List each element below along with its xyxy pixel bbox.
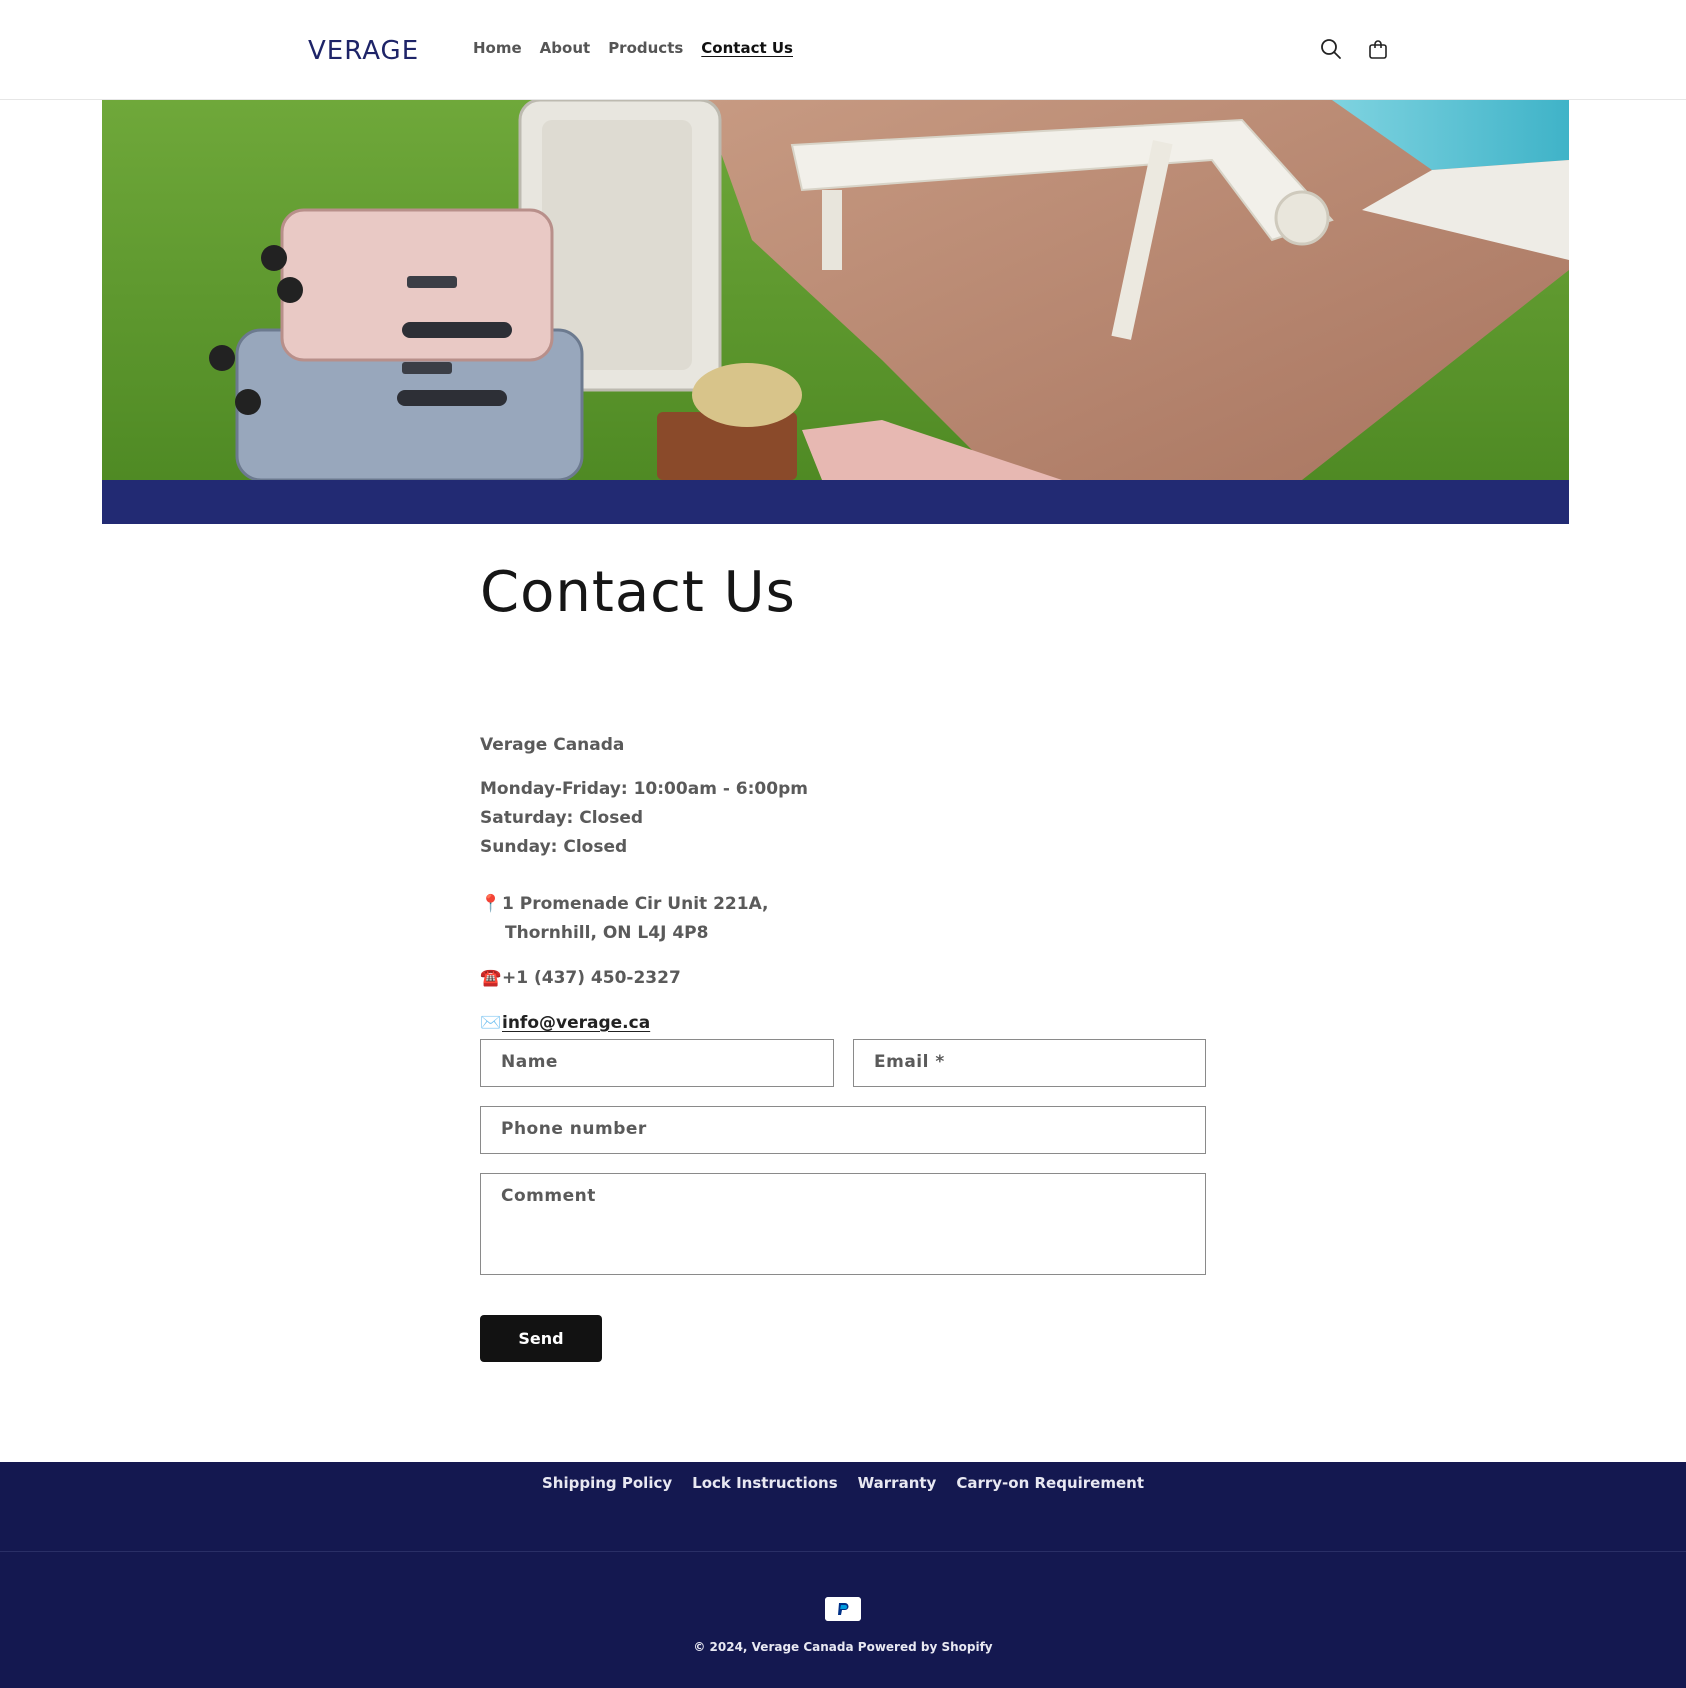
contact-section: Contact Us Verage Canada Monday-Friday: … xyxy=(480,560,1206,1362)
hours-weekdays: Monday-Friday: 10:00am - 6:00pm xyxy=(480,779,808,799)
hours-saturday: Saturday: Closed xyxy=(480,808,644,828)
site-logo[interactable]: VERAGE xyxy=(308,36,419,66)
name-placeholder: Name xyxy=(501,1052,558,1072)
phone-line: ☎️+1 (437) 450-2327 xyxy=(480,968,681,988)
site-header: VERAGE Home About Products Contact Us xyxy=(0,0,1686,100)
site-footer: Shipping Policy Lock Instructions Warran… xyxy=(0,1462,1686,1688)
address-line-1: 📍1 Promenade Cir Unit 221A, xyxy=(480,894,769,914)
paypal-icon xyxy=(825,1597,861,1621)
email-field[interactable]: Email * xyxy=(853,1039,1206,1087)
name-field[interactable]: Name xyxy=(480,1039,834,1087)
email-line: ✉️info@verage.ca xyxy=(480,1013,650,1033)
nav-home[interactable]: Home xyxy=(473,39,522,57)
luggage-on-lawn-photo xyxy=(102,100,1569,480)
comment-field[interactable]: Comment xyxy=(480,1173,1206,1275)
phone-number: +1 (437) 450-2327 xyxy=(502,968,681,988)
hero-banner xyxy=(102,100,1569,524)
page-title: Contact Us xyxy=(480,560,796,625)
footer-link-lock-instructions[interactable]: Lock Instructions xyxy=(692,1474,838,1492)
hero-color-band xyxy=(102,480,1569,524)
phone-field[interactable]: Phone number xyxy=(480,1106,1206,1154)
envelope-icon: ✉️ xyxy=(480,1013,502,1033)
company-name: Verage Canada xyxy=(480,735,625,755)
map-pin-icon: 📍 xyxy=(480,894,502,914)
comment-placeholder: Comment xyxy=(501,1186,596,1206)
email-link[interactable]: info@verage.ca xyxy=(502,1013,650,1033)
copyright-text: © 2024, Verage Canada Powered by Shopify xyxy=(693,1640,993,1654)
footer-link-carry-on-requirement[interactable]: Carry-on Requirement xyxy=(956,1474,1144,1492)
footer-links: Shipping Policy Lock Instructions Warran… xyxy=(0,1474,1686,1492)
email-placeholder: Email * xyxy=(874,1052,945,1072)
phone-icon: ☎️ xyxy=(480,968,502,988)
nav-contact-us[interactable]: Contact Us xyxy=(701,39,793,57)
main-nav: Home About Products Contact Us xyxy=(473,39,793,57)
address-text-1: 1 Promenade Cir Unit 221A, xyxy=(502,894,769,914)
phone-placeholder: Phone number xyxy=(501,1119,647,1139)
hours-sunday: Sunday: Closed xyxy=(480,837,628,857)
cart-icon[interactable] xyxy=(1366,37,1390,61)
nav-products[interactable]: Products xyxy=(608,39,683,57)
nav-about[interactable]: About xyxy=(540,39,591,57)
send-button[interactable]: Send xyxy=(480,1315,602,1362)
footer-divider xyxy=(0,1551,1686,1552)
footer-link-shipping-policy[interactable]: Shipping Policy xyxy=(542,1474,672,1492)
footer-link-warranty[interactable]: Warranty xyxy=(858,1474,937,1492)
address-line-2: Thornhill, ON L4J 4P8 xyxy=(505,923,709,943)
search-icon[interactable] xyxy=(1319,37,1343,61)
